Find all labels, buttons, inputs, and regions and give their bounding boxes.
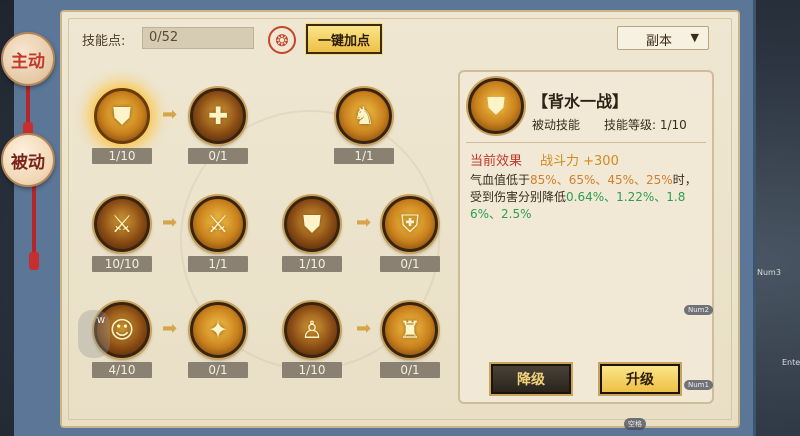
chevron-down-icon: ▼ xyxy=(690,31,699,44)
skill-level-count: 1/10 xyxy=(282,362,342,378)
skill-node[interactable]: ♜ xyxy=(382,302,438,358)
skill-level-count: 0/1 xyxy=(380,256,440,272)
space-tag: 空格 xyxy=(624,418,646,430)
skill-level-count: 1/10 xyxy=(92,148,152,164)
reset-swirl-icon[interactable]: ❂ xyxy=(268,26,296,54)
effect-value: 战斗力 +300 xyxy=(540,154,619,169)
skill-node[interactable]: ✚ xyxy=(190,88,246,144)
skill-node[interactable]: ♞ xyxy=(336,88,392,144)
arrow-right-icon: ➡ xyxy=(162,212,178,233)
selected-skill-icon: ⛊ xyxy=(468,78,524,134)
tassel-cord xyxy=(32,186,36,256)
dragon-rider-icon: ♞ xyxy=(353,102,375,130)
skill-level-count: 1/1 xyxy=(188,256,248,272)
arrow-right-icon: ➡ xyxy=(356,212,372,233)
blades-upgrade-icon: ⚔ xyxy=(207,210,229,238)
dropdown-value: 副本 xyxy=(646,34,673,49)
skill-level-count: 1/10 xyxy=(282,256,342,272)
virtual-joystick[interactable] xyxy=(78,310,110,358)
blades-icon: ⚔ xyxy=(111,210,133,238)
desc-thresholds: 85%、65%、45%、25% xyxy=(530,173,673,187)
shield-plus-icon: ✚ xyxy=(207,102,229,130)
mode-dropdown[interactable]: 副本 ▼ xyxy=(617,26,709,50)
shield-coin-icon: ⛊ xyxy=(113,102,131,130)
effect-label: 当前效果 xyxy=(470,154,523,169)
skill-node[interactable]: ⚔ xyxy=(94,196,150,252)
tassel-cord xyxy=(26,84,30,124)
tab-active-skills[interactable]: 主动 xyxy=(1,32,55,86)
skill-level-count: 1/1 xyxy=(334,148,394,164)
armor-icon: ⛨ xyxy=(401,210,419,238)
mask-icon: ☺ xyxy=(109,316,135,344)
w-key-label: W xyxy=(97,316,105,325)
skill-points-value: 0/52 xyxy=(142,27,254,49)
skill-description: 气血值低于85%、65%、45%、25%时，受到伤害分别降低0.64%、1.22… xyxy=(470,172,698,223)
skill-level: 技能等级: 1/10 xyxy=(604,118,687,132)
skill-level-count: 0/1 xyxy=(188,148,248,164)
enter-label: Ente xyxy=(782,358,800,367)
auto-assign-button[interactable]: 一键加点 xyxy=(305,23,383,55)
num3-label: Num3 xyxy=(757,268,781,277)
skill-points-label: 技能点: xyxy=(82,34,126,49)
divider xyxy=(466,142,706,143)
arrow-right-icon: ➡ xyxy=(162,104,178,125)
skill-node[interactable]: ♙ xyxy=(284,302,340,358)
warrior-aura-icon: ✦ xyxy=(207,316,229,344)
skill-level-count: 10/10 xyxy=(92,256,152,272)
skill-level-count: 0/1 xyxy=(188,362,248,378)
skill-node[interactable]: ✦ xyxy=(190,302,246,358)
gold-shield-icon: ⛊ xyxy=(303,210,321,238)
skill-name: 【背水一战】 xyxy=(532,92,629,111)
skill-level-count: 4/10 xyxy=(92,362,152,378)
arrow-right-icon: ➡ xyxy=(162,318,178,339)
desc-prefix: 气血值低于 xyxy=(470,173,531,187)
skill-node[interactable]: ⛊ xyxy=(94,88,150,144)
tassel-end xyxy=(29,252,39,270)
skill-node[interactable]: ⛨ xyxy=(382,196,438,252)
num2-tag: Num2 xyxy=(684,305,713,315)
swirl-glyph: ❂ xyxy=(275,30,289,50)
tab-passive-skills[interactable]: 被动 xyxy=(1,133,55,187)
shield-coin-icon: ⛊ xyxy=(487,92,505,120)
soldier-icon: ♙ xyxy=(301,316,323,344)
num1-tag: Num1 xyxy=(684,380,713,390)
downgrade-button[interactable]: 降级 xyxy=(491,364,571,394)
skill-node[interactable]: ⛊ xyxy=(284,196,340,252)
spread-arms-icon: ♜ xyxy=(399,316,421,344)
skill-node[interactable]: ⚔ xyxy=(190,196,246,252)
upgrade-button[interactable]: 升级 xyxy=(600,364,680,394)
arrow-right-icon: ➡ xyxy=(356,318,372,339)
skill-type: 被动技能 xyxy=(532,118,581,132)
skill-level-count: 0/1 xyxy=(380,362,440,378)
